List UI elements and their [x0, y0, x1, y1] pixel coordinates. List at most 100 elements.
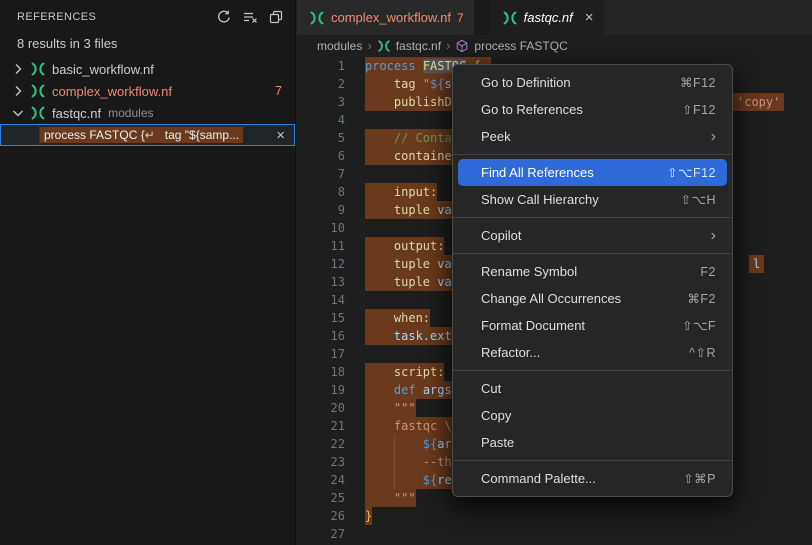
menu-item-copy[interactable]: Copy: [458, 402, 727, 429]
menu-item-copilot[interactable]: Copilot›: [458, 222, 727, 249]
menu-item-show-call-hierarchy[interactable]: Show Call Hierarchy⇧⌥H: [458, 186, 727, 213]
return-glyph: ↵: [145, 128, 155, 142]
code-token: 'copy': [737, 95, 780, 109]
nextflow-icon: [30, 83, 46, 99]
code-token: [365, 419, 394, 433]
menu-item-shortcut: F2: [700, 265, 716, 279]
code-token: va: [437, 257, 451, 271]
match-highlight: output:: [365, 237, 444, 255]
code-token: output:: [394, 239, 445, 253]
line-number: 13: [297, 273, 345, 291]
chevron-down-icon[interactable]: [10, 105, 26, 121]
line-number: 20: [297, 399, 345, 417]
menu-item-find-all-references[interactable]: Find All References⇧⌥F12: [458, 159, 727, 186]
file-name: basic_workflow.nf: [52, 62, 154, 77]
code-token: [365, 149, 394, 163]
tree-item-basic-workflow-nf[interactable]: basic_workflow.nf: [0, 58, 295, 80]
collapse-all-icon[interactable]: [265, 6, 287, 28]
breadcrumb-separator: ›: [446, 38, 450, 53]
code-token: [365, 185, 394, 199]
menu-item-shortcut: ⌘F12: [680, 75, 716, 90]
dismiss-reference-icon[interactable]: ×: [276, 126, 285, 145]
references-panel: REFERENCES 8 results in 3 files basic_wo…: [0, 0, 296, 545]
tab-separator: [474, 0, 490, 35]
code-token: [365, 275, 394, 289]
line-number: 23: [297, 453, 345, 471]
breadcrumb-item-modules[interactable]: modules: [317, 39, 362, 53]
line-number: 25: [297, 489, 345, 507]
code-token: va: [437, 275, 451, 289]
menu-item-format-document[interactable]: Format Document⇧⌥F: [458, 312, 727, 339]
line-number: 21: [297, 417, 345, 435]
refresh-icon[interactable]: [213, 6, 235, 28]
breadcrumb-item-symbol[interactable]: process FASTQC: [474, 39, 567, 53]
menu-item-shortcut: ⇧⌥F: [682, 318, 716, 333]
menu-item-label: Copy: [481, 408, 716, 423]
chevron-right-icon[interactable]: [10, 61, 26, 77]
tree-item-complex-workflow-nf[interactable]: complex_workflow.nf7: [0, 80, 295, 102]
menu-item-change-all-occurrences[interactable]: Change All Occurrences⌘F2: [458, 285, 727, 312]
result-count-badge: 7: [275, 84, 282, 98]
match-highlight: fastqc \: [365, 417, 452, 435]
tab-fastqc[interactable]: fastqc.nf ×: [490, 0, 604, 35]
menu-item-command-palette[interactable]: Command Palette...⇧⌘P: [458, 465, 727, 492]
menu-item-shortcut: ⇧⌘P: [683, 471, 716, 486]
menu-item-refactor[interactable]: Refactor...^⇧R: [458, 339, 727, 366]
menu-item-go-to-references[interactable]: Go to References⇧F12: [458, 96, 727, 123]
file-description: modules: [108, 106, 153, 120]
code-token: s: [445, 77, 452, 91]
chevron-right-icon[interactable]: [10, 83, 26, 99]
tab-label: fastqc.nf: [524, 10, 573, 25]
code-token: input:: [394, 185, 437, 199]
clear-all-icon[interactable]: [239, 6, 261, 28]
line-number: 1: [297, 57, 345, 75]
menu-item-shortcut: ⇧⌥H: [681, 192, 716, 207]
code-token: ar: [437, 437, 451, 451]
code-token: process: [365, 59, 416, 73]
code-token: [365, 77, 394, 91]
line-number: 27: [297, 525, 345, 543]
code-token: tag: [394, 77, 416, 91]
code-token: [365, 383, 394, 397]
menu-item-rename-symbol[interactable]: Rename SymbolF2: [458, 258, 727, 285]
breadcrumb-separator: ›: [367, 38, 371, 53]
menu-item-label: Rename Symbol: [481, 264, 700, 279]
menu-separator: [453, 217, 732, 218]
tree-item-fastqc-nf[interactable]: fastqc.nfmodules: [0, 102, 295, 124]
line-number: 7: [297, 165, 345, 183]
menu-item-go-to-definition[interactable]: Go to Definition⌘F12: [458, 69, 727, 96]
line-number: 3: [297, 93, 345, 111]
match-highlight: input:: [365, 183, 437, 201]
line-number: 17: [297, 345, 345, 363]
code-line[interactable]: [361, 525, 812, 543]
menu-item-shortcut: ⇧F12: [682, 102, 716, 117]
symbol-cube-icon: [455, 39, 469, 53]
match-highlight: }: [365, 507, 372, 525]
code-token: def: [394, 383, 423, 397]
line-number: 14: [297, 291, 345, 309]
code-token: [365, 401, 394, 415]
code-token: }: [365, 509, 372, 523]
menu-item-peek[interactable]: Peek›: [458, 123, 727, 150]
nextflow-icon: [502, 10, 518, 26]
menu-item-paste[interactable]: Paste: [458, 429, 727, 456]
code-token: // Conta: [394, 131, 452, 145]
code-token: --th: [423, 455, 452, 469]
tree-indent-guide: [39, 125, 40, 145]
code-token: [365, 311, 394, 325]
code-line[interactable]: }: [361, 507, 812, 525]
breadcrumb-item-file[interactable]: fastqc.nf: [396, 39, 441, 53]
code-token: tuple: [394, 203, 437, 217]
line-number: 10: [297, 219, 345, 237]
menu-item-label: Copilot: [481, 228, 711, 243]
menu-item-cut[interactable]: Cut: [458, 375, 727, 402]
reference-result-item[interactable]: process FASTQC {↵ tag "${samp... ×: [0, 124, 295, 146]
line-number: 5: [297, 129, 345, 147]
tab-complex-workflow[interactable]: complex_workflow.nf 7: [297, 0, 474, 35]
close-tab-icon[interactable]: ×: [585, 9, 594, 26]
menu-item-shortcut: ⌘F2: [687, 291, 716, 306]
indent-guide: [394, 435, 395, 453]
panel-toolbar: [213, 6, 287, 28]
line-number-gutter: 1234567891011121314151617181920212223242…: [297, 57, 345, 543]
references-panel-header: REFERENCES: [0, 0, 295, 34]
